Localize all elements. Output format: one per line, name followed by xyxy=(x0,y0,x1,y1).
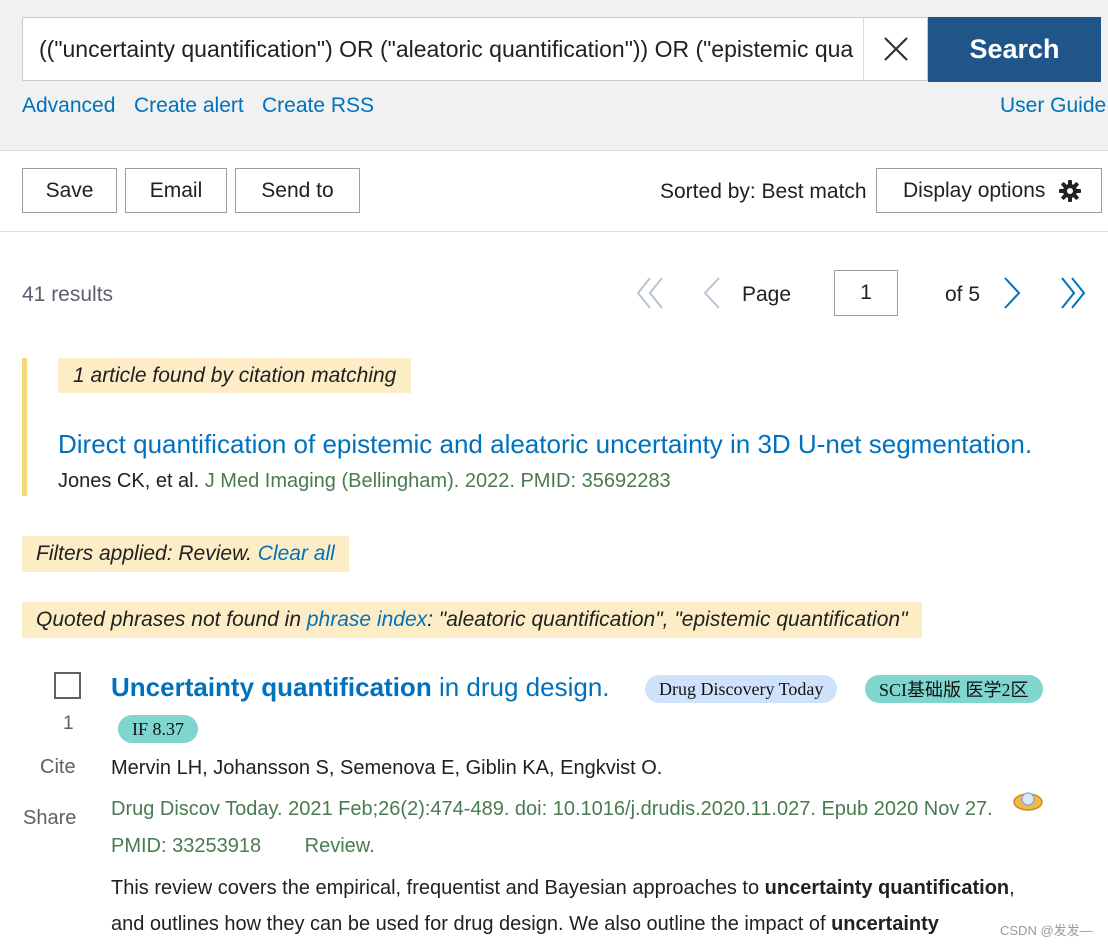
result-title-link[interactable]: Uncertainty quantification in drug desig… xyxy=(111,672,610,703)
previous-page-icon[interactable] xyxy=(702,270,722,316)
snippet-highlight-1: uncertainty quantification xyxy=(764,877,1010,899)
citation-match-title-link[interactable]: Direct quantification of epistemic and a… xyxy=(58,429,1032,460)
sci-badge: SCI基础版 医学2区 xyxy=(865,675,1043,703)
result-authors: Mervin LH, Johansson S, Semenova E, Gibl… xyxy=(111,757,663,779)
display-options-label: Display options xyxy=(903,178,1046,202)
citation-match-label: 1 article found by citation matching xyxy=(58,358,412,393)
page-total: of 5 xyxy=(945,283,981,306)
snippet-highlight-2: uncertainty xyxy=(831,913,939,935)
watermark: CSDN @发发— xyxy=(1000,923,1093,938)
result-snippet: This review covers the empirical, freque… xyxy=(111,870,1071,942)
display-options-button[interactable]: Display options xyxy=(876,168,1102,213)
gear-icon xyxy=(1059,180,1081,202)
impact-factor-badge: IF 8.37 xyxy=(118,715,199,743)
citation-match-authors: Jones CK, et al. xyxy=(58,470,200,492)
quoted-suffix: : "aleatoric quantification", "epistemic… xyxy=(427,608,908,631)
result-citation: Drug Discov Today. 2021 Feb;26(2):474-48… xyxy=(111,798,993,820)
results-count: 41 results xyxy=(22,283,114,306)
results-toolbar: Save Email Send to Sorted by: Best match… xyxy=(0,151,1108,232)
snippet-text-2: and outlines how they can be used for dr… xyxy=(111,913,826,935)
phrase-index-link[interactable]: phrase index xyxy=(307,608,427,632)
result-type: Review. xyxy=(304,835,375,857)
email-button[interactable]: Email xyxy=(125,168,227,213)
result-number: 1 xyxy=(63,713,74,734)
search-box xyxy=(22,17,863,81)
quoted-phrases-notice: Quoted phrases not found in phrase index… xyxy=(22,602,922,638)
advanced-link[interactable]: Advanced xyxy=(22,94,115,118)
result-title-rest: in drug design. xyxy=(438,672,610,702)
journal-badge: Drug Discovery Today xyxy=(645,675,838,703)
share-button[interactable]: Share xyxy=(23,807,76,830)
result-checkbox[interactable] xyxy=(54,672,81,699)
create-rss-link[interactable]: Create RSS xyxy=(262,94,374,118)
result-title-highlight: Uncertainty quantification xyxy=(111,672,432,702)
search-button[interactable]: Search xyxy=(928,17,1101,82)
snippet-end-1: , xyxy=(1009,877,1015,899)
result-pmid: PMID: 33253918 xyxy=(111,835,262,857)
search-band: Search Advanced Create alert Create RSS … xyxy=(0,0,1108,151)
clear-search-button[interactable] xyxy=(863,17,928,81)
citation-match-source: J Med Imaging (Bellingham). 2022. PMID: … xyxy=(204,470,671,492)
filters-applied-text: Filters applied: Review. xyxy=(36,542,252,565)
filters-applied-notice: Filters applied: Review. Clear all xyxy=(22,536,349,572)
user-guide-link[interactable]: User Guide xyxy=(1000,94,1106,118)
fulltext-plugin-icon[interactable] xyxy=(1012,790,1044,814)
page-label: Page xyxy=(742,283,792,306)
first-page-icon[interactable] xyxy=(636,270,666,316)
close-icon xyxy=(883,37,908,61)
cite-button[interactable]: Cite xyxy=(40,756,76,779)
next-page-icon[interactable] xyxy=(1002,270,1022,316)
last-page-icon[interactable] xyxy=(1058,270,1088,316)
clear-all-link[interactable]: Clear all xyxy=(258,542,335,566)
snippet-text-1: This review covers the empirical, freque… xyxy=(111,877,760,899)
send-to-button[interactable]: Send to xyxy=(235,168,360,213)
citation-match-panel: 1 article found by citation matching Dir… xyxy=(22,358,1107,496)
save-button[interactable]: Save xyxy=(22,168,117,213)
citation-match-meta: Jones CK, et al. J Med Imaging (Bellingh… xyxy=(58,470,671,493)
quoted-prefix: Quoted phrases not found in xyxy=(36,608,302,631)
page-number-input[interactable] xyxy=(834,270,898,316)
search-input[interactable] xyxy=(39,18,854,80)
result-pmid-line: PMID: 33253918 Review. xyxy=(111,835,375,858)
create-alert-link[interactable]: Create alert xyxy=(134,94,244,118)
sort-selector[interactable]: Sorted by: Best match xyxy=(660,180,867,204)
